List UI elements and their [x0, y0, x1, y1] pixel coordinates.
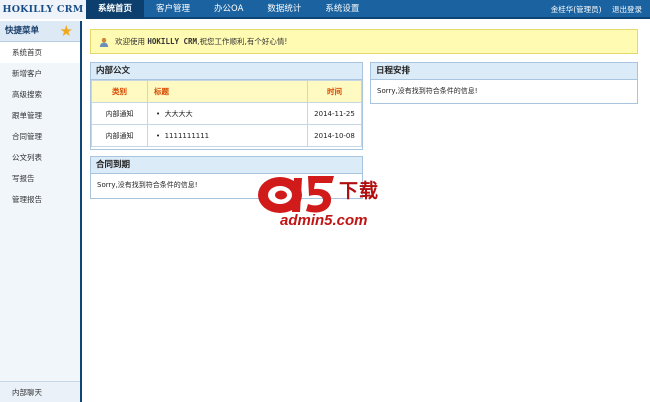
doc-time: 2014-11-25	[307, 102, 362, 125]
doc-time: 2014-10-08	[307, 124, 362, 147]
nav-item-home[interactable]: 系统首页	[86, 0, 145, 19]
sidebar: 快捷菜单 ★ 系统首页 新增客户 高级搜索 跟单管理 合同管理 公文列表 写报告…	[0, 21, 82, 402]
sidebar-item-home[interactable]: 系统首页	[0, 42, 80, 63]
sidebar-item-follow-up[interactable]: 跟单管理	[0, 105, 80, 126]
internal-chat-link[interactable]: 内部聊天	[0, 381, 80, 402]
sidebar-item-manage-reports[interactable]: 管理报告	[0, 189, 80, 210]
sidebar-item-contracts[interactable]: 合同管理	[0, 126, 80, 147]
main-nav: 系统首页 客户管理 办公OA 数据统计 系统设置	[86, 0, 371, 19]
current-user: 金桂华(管理员)	[550, 5, 602, 14]
watermark-brand: 下载	[339, 180, 380, 202]
welcome-banner: 欢迎使用 HOKILLY CRM,祝您工作顺利,有个好心情!	[90, 29, 638, 54]
logout-link[interactable]: 退出登录	[612, 5, 642, 14]
schedule-empty: Sorry,没有找到符合条件的信息!	[377, 87, 478, 95]
doc-title-link[interactable]: 1111111111	[165, 132, 210, 140]
user-bar: 金桂华(管理员) 退出登录	[543, 0, 642, 19]
welcome-prefix: 欢迎使用	[115, 37, 145, 46]
user-icon	[99, 37, 109, 47]
star-icon: ★	[59, 22, 73, 40]
nav-item-customers[interactable]: 客户管理	[144, 0, 202, 19]
table-row[interactable]: 内部通知 • 大大大大 2014-11-25	[91, 102, 362, 125]
table-row[interactable]: 内部通知 • 1111111111 2014-10-08	[91, 124, 362, 147]
watermark: 下载 admin5.com	[254, 170, 404, 234]
nav-item-statistics[interactable]: 数据统计	[255, 0, 313, 19]
sidebar-item-write-report[interactable]: 写报告	[0, 168, 80, 189]
doc-title-cell: • 1111111111	[147, 124, 308, 147]
sidebar-title: 快捷菜单	[5, 26, 40, 36]
sidebar-header: 快捷菜单 ★	[0, 21, 80, 42]
doc-type: 内部通知	[91, 102, 148, 125]
schedule-title: 日程安排	[371, 63, 637, 80]
welcome-suffix: ,祝您工作顺利,有个好心情!	[197, 37, 288, 46]
doc-title-cell: • 大大大大	[147, 102, 308, 125]
column-header-time: 时间	[307, 80, 362, 103]
internal-docs-panel: 内部公文 类别 标题 时间 内部通知 • 大大大大 2014-11-25 内部通…	[90, 62, 363, 150]
nav-item-settings[interactable]: 系统设置	[313, 0, 371, 19]
app-logo: HOKILLY CRM	[0, 0, 86, 19]
column-header-title: 标题	[147, 80, 308, 103]
sidebar-item-advanced-search[interactable]: 高级搜索	[0, 84, 80, 105]
sidebar-item-documents[interactable]: 公文列表	[0, 147, 80, 168]
welcome-text: 欢迎使用 HOKILLY CRM,祝您工作顺利,有个好心情!	[115, 30, 287, 53]
internal-docs-title: 内部公文	[91, 63, 362, 80]
doc-type: 内部通知	[91, 124, 148, 147]
watermark-url: admin5.com	[280, 212, 368, 229]
sidebar-item-add-customer[interactable]: 新增客户	[0, 63, 80, 84]
internal-docs-table: 类别 标题 时间 内部通知 • 大大大大 2014-11-25 内部通知 • 1…	[91, 80, 362, 147]
schedule-panel: 日程安排 Sorry,没有找到符合条件的信息!	[370, 62, 638, 104]
nav-item-office-oa[interactable]: 办公OA	[202, 0, 255, 19]
welcome-product: HOKILLY CRM	[147, 37, 198, 46]
top-bar: HOKILLY CRM 系统首页 客户管理 办公OA 数据统计 系统设置 金桂华…	[0, 0, 650, 19]
doc-title-link[interactable]: 大大大大	[165, 110, 193, 118]
a5-logo-icon	[258, 176, 334, 213]
column-header-type: 类别	[91, 80, 148, 103]
table-header-row: 类别 标题 时间	[91, 80, 362, 103]
